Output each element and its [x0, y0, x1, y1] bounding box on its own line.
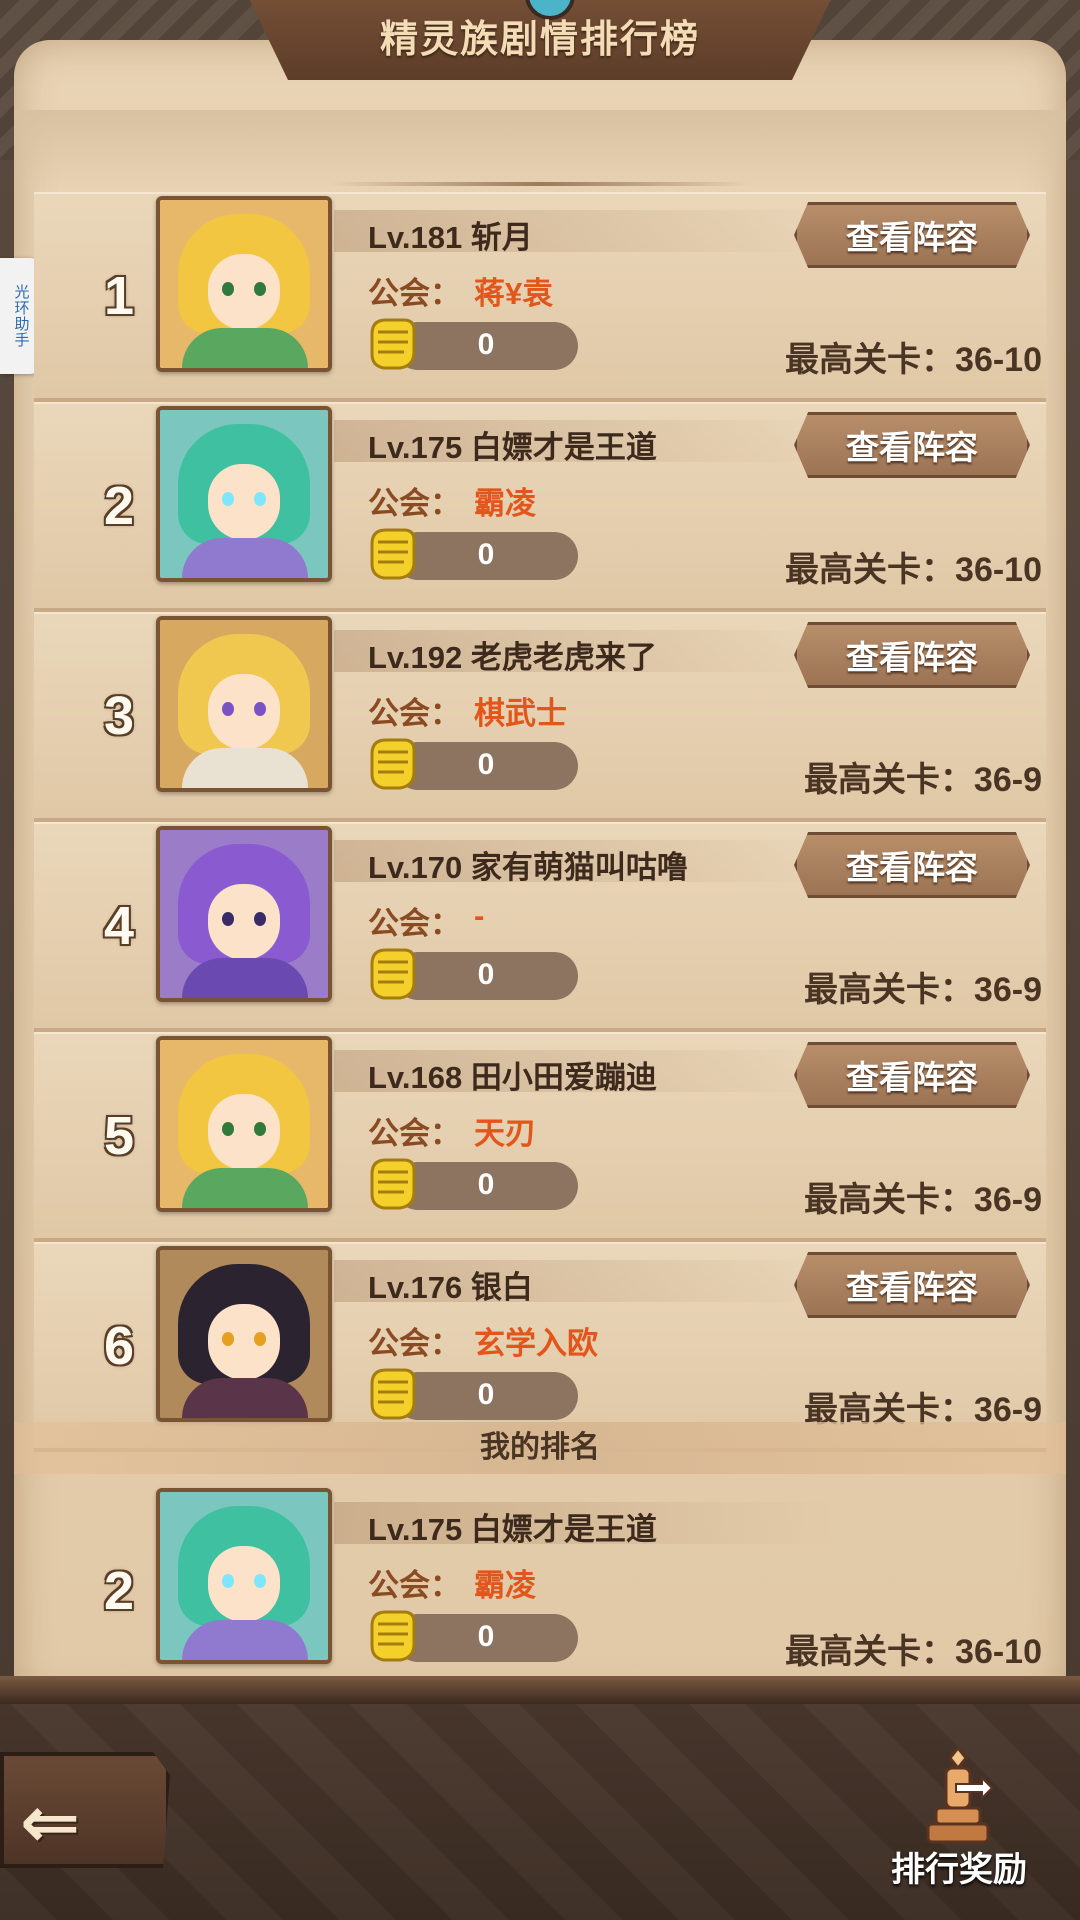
- player-name: Lv.176 银白: [368, 1270, 533, 1305]
- rank-number: 3: [103, 686, 135, 746]
- hero-portrait[interactable]: [156, 1246, 332, 1422]
- rank-number: 2: [103, 476, 135, 536]
- fist-like-icon[interactable]: [364, 1152, 418, 1214]
- my-rank-header: 我的排名: [14, 1422, 1066, 1474]
- guild-label: 公会：: [368, 486, 461, 521]
- guild-name: 天刃: [474, 1116, 536, 1151]
- likes-count: 0: [477, 1168, 495, 1201]
- ornament-divider: [330, 182, 750, 186]
- fist-like-icon[interactable]: [364, 522, 418, 584]
- likes-count: 0: [477, 1378, 495, 1411]
- view-lineup-button[interactable]: 查看阵容: [794, 1042, 1030, 1108]
- highest-stage: 最高关卡：36-9: [803, 761, 1042, 799]
- guild-label: 公会：: [368, 906, 461, 941]
- likes-count: 0: [477, 958, 495, 991]
- back-arrow-icon: ⇐: [20, 1783, 81, 1863]
- ranking-row: 3 Lv.192 老虎老虎来了 公会： 棋武士 0 最高关卡：36-9 查看阵容: [34, 612, 1046, 822]
- hero-portrait[interactable]: [156, 1036, 332, 1212]
- guild-name: 蒋¥袁: [474, 276, 554, 311]
- hero-portrait[interactable]: [156, 196, 332, 372]
- panel-top-shade: [14, 110, 1066, 190]
- ranking-row: 1 Lv.181 斩月 公会： 蒋¥袁 0 最高关卡：36-10 查看阵容: [34, 192, 1046, 402]
- page-title: 精灵族剧情排行榜: [379, 19, 700, 61]
- ranking-reward-label: 排行奖励: [891, 1851, 1027, 1889]
- hero-portrait[interactable]: [156, 616, 332, 792]
- fist-like-icon[interactable]: [364, 942, 418, 1004]
- hero-portrait[interactable]: [156, 406, 332, 582]
- likes-count: 0: [477, 748, 495, 781]
- guild-label: 公会：: [368, 1116, 461, 1151]
- guild-name: 霸凌: [474, 486, 536, 521]
- guild-name: -: [474, 898, 485, 933]
- ranking-row: 5 Lv.168 田小田爱蹦迪 公会： 天刃 0 最高关卡：36-9 查看阵容: [34, 1032, 1046, 1242]
- rank-number: 2: [103, 1561, 135, 1621]
- player-name: Lv.175 白嫖才是王道: [368, 430, 657, 465]
- fist-like-icon[interactable]: [364, 1362, 418, 1424]
- fist-like-icon[interactable]: [364, 1604, 418, 1666]
- guild-name: 玄学入欧: [474, 1326, 598, 1361]
- highest-stage: 最高关卡：36-9: [803, 971, 1042, 1009]
- player-name: Lv.192 老虎老虎来了: [368, 640, 657, 675]
- guild-label: 公会：: [368, 696, 461, 731]
- highest-stage: 最高关卡：36-10: [785, 341, 1042, 379]
- guild-label: 公会：: [368, 1326, 461, 1361]
- rank-number: 5: [103, 1106, 135, 1166]
- rank-number: 6: [103, 1316, 135, 1376]
- hero-portrait[interactable]: [156, 1488, 332, 1664]
- guild-label: 公会：: [368, 1568, 461, 1603]
- likes-count: 0: [477, 328, 495, 361]
- guild-name: 霸凌: [474, 1568, 536, 1603]
- highest-stage: 最高关卡：36-10: [785, 1633, 1042, 1671]
- chess-trophy-icon: [926, 1745, 994, 1844]
- likes-count: 0: [477, 538, 495, 571]
- guild-label: 公会：: [368, 276, 461, 311]
- bottom-edge: [0, 1676, 1080, 1704]
- likes-count: 0: [477, 1620, 495, 1653]
- fist-like-icon[interactable]: [364, 732, 418, 794]
- player-name: Lv.170 家有萌猫叫咕噜: [368, 850, 688, 885]
- hero-portrait[interactable]: [156, 826, 332, 1002]
- ranking-list: 1 Lv.181 斩月 公会： 蒋¥袁 0 最高关卡：36-10 查看阵容 2: [34, 192, 1046, 1452]
- view-lineup-button[interactable]: 查看阵容: [794, 202, 1030, 268]
- rank-number: 4: [103, 896, 135, 956]
- view-lineup-button[interactable]: 查看阵容: [794, 832, 1030, 898]
- view-lineup-button[interactable]: 查看阵容: [794, 1252, 1030, 1318]
- fist-like-icon[interactable]: [364, 312, 418, 374]
- ranking-row: 2 Lv.175 白嫖才是王道 公会： 霸凌 0 最高关卡：36-10 查看阵容: [34, 402, 1046, 612]
- player-name: Lv.175 白嫖才是王道: [368, 1512, 657, 1547]
- highest-stage: 最高关卡：36-9: [803, 1181, 1042, 1219]
- ranking-row: 6 Lv.176 银白 公会： 玄学入欧 0 最高关卡：36-9 查看阵容: [34, 1242, 1046, 1452]
- ranking-row: 4 Lv.170 家有萌猫叫咕噜 公会： - 0 最高关卡：36-9 查看阵容: [34, 822, 1046, 1032]
- my-rank-row: 2 Lv.175 白嫖才是王道 公会： 霸凌 0 最高关卡：36-10: [34, 1486, 1046, 1696]
- player-name: Lv.168 田小田爱蹦迪: [368, 1060, 657, 1095]
- highest-stage: 最高关卡：36-10: [785, 551, 1042, 589]
- view-lineup-button[interactable]: 查看阵容: [794, 412, 1030, 478]
- view-lineup-button[interactable]: 查看阵容: [794, 622, 1030, 688]
- ranking-row: 2 Lv.175 白嫖才是王道 公会： 霸凌 0 最高关卡：36-10: [34, 1486, 1046, 1696]
- player-name: Lv.181 斩月: [368, 220, 533, 255]
- rank-number: 1: [103, 266, 135, 326]
- guild-name: 棋武士: [474, 696, 567, 731]
